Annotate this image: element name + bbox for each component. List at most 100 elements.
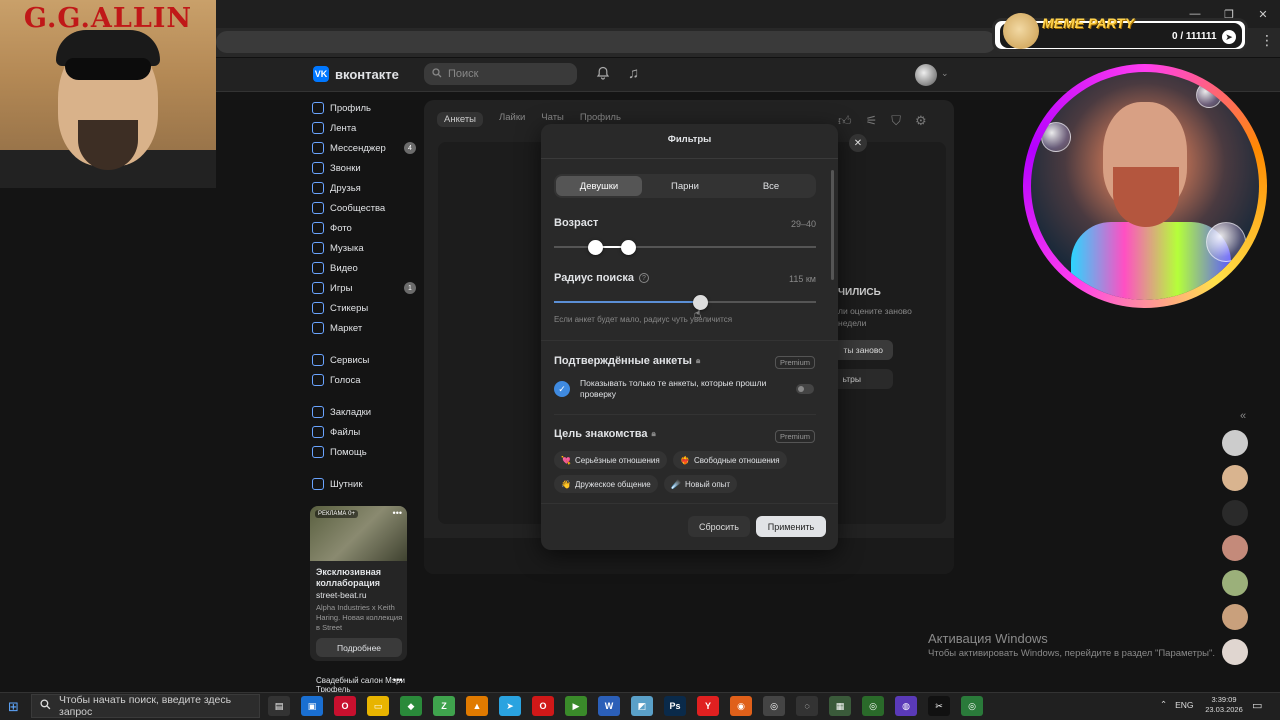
verified-description: Показывать только те анкеты, которые про… bbox=[580, 378, 767, 399]
ad-card[interactable]: РЕКЛАМА 0+ ••• Эксклюзивная коллаборация… bbox=[310, 506, 407, 661]
sidebar-item[interactable]: Сервисы bbox=[312, 350, 422, 370]
windows-start-icon[interactable]: ⊞ bbox=[8, 699, 19, 715]
avatar[interactable] bbox=[1222, 604, 1248, 630]
reset-button[interactable]: Сбросить bbox=[688, 516, 750, 537]
sidebar-item[interactable]: Файлы bbox=[312, 422, 422, 442]
tab-likes[interactable]: Лайки bbox=[499, 112, 525, 127]
store-icon[interactable]: ▣ bbox=[301, 696, 323, 716]
shield-icon[interactable]: ⛉ bbox=[891, 113, 901, 129]
help-icon[interactable]: ? bbox=[638, 273, 649, 283]
verified-toggle[interactable] bbox=[796, 384, 814, 394]
sidebar-item-label: Помощь bbox=[330, 446, 367, 458]
app-icon[interactable]: ◆ bbox=[400, 696, 422, 716]
more-icon[interactable]: ••• bbox=[393, 675, 402, 685]
doge-icon bbox=[1003, 13, 1039, 49]
browser-menu-icon[interactable]: ⋮ bbox=[1260, 32, 1274, 49]
capcut-icon[interactable]: ✂ bbox=[928, 696, 950, 716]
opera-icon[interactable]: O bbox=[532, 696, 554, 716]
sidebar-item[interactable]: Видео bbox=[312, 258, 422, 278]
goal-chip-serious[interactable]: 💘 Серьёзные отношения bbox=[554, 451, 667, 469]
modal-scrollbar-thumb[interactable] bbox=[831, 170, 834, 280]
avatar[interactable] bbox=[915, 64, 937, 86]
sidebar-item[interactable]: Маркет bbox=[312, 318, 422, 338]
communities-icon bbox=[312, 202, 324, 214]
chevron-up-icon[interactable]: ⌃ bbox=[1160, 699, 1167, 710]
radius-title: Радиус поиска ? bbox=[554, 272, 649, 284]
app-icon[interactable]: ▦ bbox=[829, 696, 851, 716]
taskbar-search[interactable]: Чтобы начать поиск, введите здесь запрос bbox=[31, 694, 260, 718]
sidebar-item[interactable]: Лента bbox=[312, 118, 422, 138]
collapse-icon[interactable]: « bbox=[1240, 410, 1246, 422]
goal-chip-new-experience[interactable]: ☄️ Новый опыт bbox=[664, 475, 738, 493]
notifications-icon[interactable]: ▭ bbox=[1252, 699, 1262, 712]
avatar[interactable] bbox=[1222, 639, 1248, 665]
task-view-icon[interactable]: ▤ bbox=[268, 696, 290, 716]
app-icon[interactable]: ◩ bbox=[631, 696, 653, 716]
apply-button[interactable]: Применить bbox=[756, 516, 826, 537]
chrome-icon[interactable]: ◎ bbox=[763, 696, 785, 716]
sidebar-item[interactable]: Стикеры bbox=[312, 298, 422, 318]
activation-watermark-subtitle: Чтобы активировать Windows, перейдите в … bbox=[928, 648, 1215, 659]
chrome-icon[interactable]: ◎ bbox=[862, 696, 884, 716]
vk-logo[interactable]: VK вконтакте bbox=[313, 66, 399, 82]
meme-party-counter: 0 / 111111 bbox=[1172, 31, 1217, 42]
ad-domain: street-beat.ru bbox=[316, 590, 367, 600]
opera-icon[interactable]: O bbox=[334, 696, 356, 716]
sidebar-item[interactable]: Друзья bbox=[312, 178, 422, 198]
segment-girls[interactable]: Девушки bbox=[556, 176, 642, 196]
segment-boys[interactable]: Парни bbox=[642, 176, 728, 196]
folder-icon[interactable]: ▭ bbox=[367, 696, 389, 716]
goal-chip-friendly[interactable]: 👋 Дружеское общение bbox=[554, 475, 658, 493]
music-icon[interactable]: ♫ bbox=[628, 65, 639, 82]
sidebar-item[interactable]: Музыка bbox=[312, 238, 422, 258]
search-icon bbox=[40, 699, 51, 713]
chevron-down-icon[interactable]: ⌄ bbox=[941, 68, 949, 79]
vlc-icon[interactable]: ▲ bbox=[466, 696, 488, 716]
app-icon[interactable]: Z bbox=[433, 696, 455, 716]
age-value: 29–40 bbox=[790, 219, 816, 229]
ad-label: РЕКЛАМА 0+ bbox=[315, 510, 358, 518]
sidebar-item[interactable]: Профиль bbox=[312, 98, 422, 118]
word-icon[interactable]: W bbox=[598, 696, 620, 716]
more-icon[interactable]: ••• bbox=[393, 508, 402, 518]
avatar[interactable] bbox=[1222, 430, 1248, 456]
taskbar-clock[interactable]: 3:39:09 23.03.2026 bbox=[1202, 695, 1246, 715]
sidebar-item[interactable]: Звонки bbox=[312, 158, 422, 178]
sidebar-item[interactable]: Голоса bbox=[312, 370, 422, 390]
firefox-icon[interactable]: ◉ bbox=[730, 696, 752, 716]
search-placeholder: Поиск bbox=[448, 68, 479, 80]
close-window-icon[interactable]: ✕ bbox=[1246, 0, 1280, 28]
bell-icon[interactable] bbox=[596, 66, 610, 83]
close-icon[interactable]: ✕ bbox=[849, 134, 867, 152]
sidebar-item[interactable]: Игры 1 bbox=[312, 278, 422, 298]
app-icon[interactable]: ◌ bbox=[796, 696, 818, 716]
search-input[interactable]: Поиск bbox=[424, 63, 577, 85]
avatar[interactable] bbox=[1222, 465, 1248, 491]
address-bar[interactable] bbox=[216, 31, 996, 53]
photoshop-icon[interactable]: Ps bbox=[664, 696, 686, 716]
age-min-handle[interactable] bbox=[588, 240, 603, 255]
sidebar-item[interactable]: Мессенджер 4 bbox=[312, 138, 422, 158]
avatar[interactable] bbox=[1222, 570, 1248, 596]
avatar[interactable] bbox=[1222, 535, 1248, 561]
like-icon[interactable]: 👍︎ bbox=[838, 113, 852, 129]
telegram-icon[interactable]: ➤ bbox=[499, 696, 521, 716]
tab-ankety[interactable]: Анкеты bbox=[437, 112, 483, 127]
segment-all[interactable]: Все bbox=[728, 176, 814, 196]
chrome-icon[interactable]: ◎ bbox=[961, 696, 983, 716]
sidebar-item[interactable]: Фото bbox=[312, 218, 422, 238]
ad-more-button[interactable]: Подробнее bbox=[316, 638, 402, 657]
filters-icon[interactable]: ⚟ bbox=[866, 113, 878, 129]
app-icon[interactable]: ◍ bbox=[895, 696, 917, 716]
app-icon[interactable]: ▶ bbox=[565, 696, 587, 716]
language-indicator[interactable]: ENG bbox=[1175, 700, 1193, 710]
sidebar-item[interactable]: Закладки bbox=[312, 402, 422, 422]
age-max-handle[interactable] bbox=[621, 240, 636, 255]
avatar[interactable] bbox=[1222, 500, 1248, 526]
sidebar-item[interactable]: Помощь bbox=[312, 442, 422, 462]
sidebar-item[interactable]: Шутник bbox=[312, 474, 422, 494]
goal-chip-free[interactable]: ❤️‍🔥 Свободные отношения bbox=[673, 451, 787, 469]
sidebar-item[interactable]: Сообщества bbox=[312, 198, 422, 218]
yandex-icon[interactable]: Y bbox=[697, 696, 719, 716]
gear-icon[interactable]: ⚙ bbox=[915, 113, 927, 129]
